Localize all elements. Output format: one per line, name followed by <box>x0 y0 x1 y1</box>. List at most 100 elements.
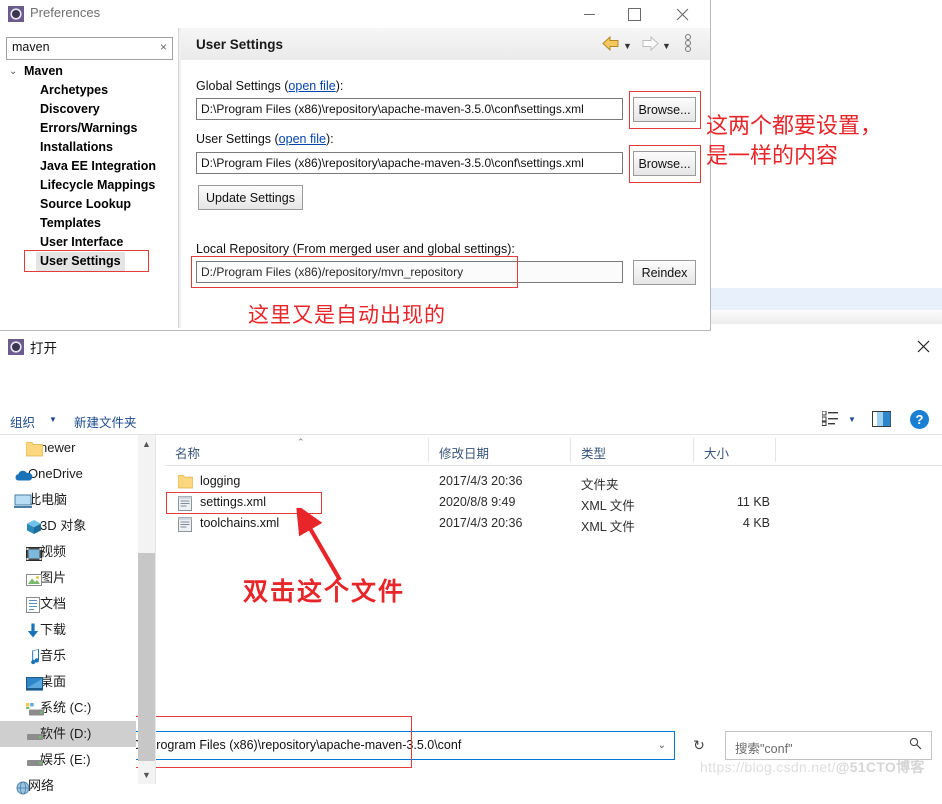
column-header-size[interactable]: 大小 <box>704 443 729 462</box>
search-input[interactable]: 搜索"conf" <box>725 731 932 760</box>
watermark-tag: @51CTO博客 <box>835 759 925 775</box>
user-settings-input[interactable]: D:\Program Files (x86)\repository\apache… <box>196 152 623 174</box>
back-arrow-icon[interactable] <box>602 35 620 52</box>
nav-item-label: 图片 <box>40 570 67 585</box>
tree-item-templates[interactable]: Templates <box>0 214 178 233</box>
back-history-chevron-icon[interactable]: ▼ <box>623 41 632 51</box>
update-settings-button[interactable]: Update Settings <box>198 185 303 210</box>
tree-item-source-lookup[interactable]: Source Lookup <box>0 195 178 214</box>
tree-item-discovery[interactable]: Discovery <box>0 100 178 119</box>
nav-item-pictures[interactable]: 图片 <box>0 565 136 591</box>
nav-item-system-c[interactable]: 系统 (C:) <box>0 695 136 721</box>
network-icon <box>14 778 31 795</box>
tree-item-installations[interactable]: Installations <box>0 138 178 157</box>
view-chevron-icon[interactable]: ▼ <box>848 415 856 424</box>
drive-icon <box>26 752 43 769</box>
annotation-box-user-browse <box>629 145 701 183</box>
scrollbar-thumb[interactable] <box>138 553 155 761</box>
background-band <box>710 288 942 310</box>
column-divider[interactable] <box>570 438 571 462</box>
file-date: 2020/8/8 9:49 <box>439 495 516 509</box>
annotation-file-note: 双击这个文件 <box>243 577 406 606</box>
clear-icon[interactable]: × <box>160 40 167 54</box>
preferences-filter-input[interactable]: maven × <box>6 37 173 60</box>
tree-item-label: Java EE Integration <box>40 159 157 173</box>
user-settings-open-file-link[interactable]: open file <box>279 132 326 146</box>
tree-item-label: Templates <box>40 216 101 230</box>
tree-item-errors-warnings[interactable]: Errors/Warnings <box>0 119 178 138</box>
column-divider[interactable] <box>428 438 429 462</box>
nav-item-newer[interactable]: newer <box>0 435 136 461</box>
maximize-button[interactable] <box>613 2 655 26</box>
nav-item-music[interactable]: 音乐 <box>0 643 136 669</box>
tree-item-label: Discovery <box>40 102 100 116</box>
nav-item-network[interactable]: 网络 <box>0 773 136 799</box>
user-settings-label: User Settings (open file): <box>196 132 334 146</box>
table-row[interactable]: logging 2017/4/3 20:36 文件夹 <box>165 472 942 493</box>
system-drive-icon <box>26 700 44 717</box>
nav-item-3d-objects[interactable]: 3D 对象 <box>0 513 136 539</box>
dialog-close-button[interactable] <box>910 335 936 357</box>
view-list-icon[interactable] <box>821 410 839 429</box>
refresh-icon[interactable]: ↻ <box>687 733 711 757</box>
file-type: XML 文件 <box>581 520 635 534</box>
column-divider[interactable] <box>775 438 776 462</box>
file-date: 2017/4/3 20:36 <box>439 516 523 530</box>
navigation-pane: newer OneDrive 此电脑 3D 对象 视频 图片 文档 下载 音乐 … <box>0 435 136 795</box>
scroll-down-icon[interactable]: ▼ <box>142 770 151 780</box>
minimize-button[interactable] <box>568 2 610 26</box>
nav-item-videos[interactable]: 视频 <box>0 539 136 565</box>
annotation-highlight-box <box>24 250 149 272</box>
global-settings-input[interactable]: D:\Program Files (x86)\repository\apache… <box>196 98 623 120</box>
dialog-toolbar <box>0 406 942 435</box>
nav-item-documents[interactable]: 文档 <box>0 591 136 617</box>
tree-item-maven[interactable]: ⌄ Maven <box>0 62 178 81</box>
preferences-tree: ⌄ Maven Archetypes Discovery Errors/Warn… <box>0 62 178 327</box>
nav-item-onedrive[interactable]: OneDrive <box>0 461 136 487</box>
chevron-down-icon[interactable]: ⌄ <box>658 740 666 751</box>
file-size: 4 KB <box>742 516 770 530</box>
column-header-type[interactable]: 类型 <box>581 443 606 462</box>
scroll-up-icon[interactable]: ▲ <box>142 439 151 449</box>
close-button[interactable] <box>661 2 703 26</box>
nav-item-entertainment-e[interactable]: 娱乐 (E:) <box>0 747 136 773</box>
tree-item-archetypes[interactable]: Archetypes <box>0 81 178 100</box>
navigation-pane-scrollbar[interactable]: ▲ ▼ <box>138 435 155 784</box>
nav-item-downloads[interactable]: 下载 <box>0 617 136 643</box>
forward-arrow-icon[interactable] <box>641 35 659 52</box>
dialog-titlebar <box>0 331 942 362</box>
search-icon <box>909 737 922 753</box>
nav-item-label: 视频 <box>40 544 67 559</box>
annotation-right-note-line2: 是一样的内容 <box>706 144 839 169</box>
nav-item-label: 桌面 <box>40 674 67 689</box>
tree-item-java-ee-integration[interactable]: Java EE Integration <box>0 157 178 176</box>
file-name: logging <box>200 474 241 488</box>
nav-item-desktop[interactable]: 桌面 <box>0 669 136 695</box>
reindex-button[interactable]: Reindex <box>633 260 696 285</box>
new-folder-button[interactable]: 新建文件夹 <box>74 412 137 431</box>
music-icon <box>26 648 43 665</box>
help-button[interactable]: ? <box>910 410 929 429</box>
chevron-down-icon[interactable]: ⌄ <box>9 62 17 81</box>
forward-history-chevron-icon[interactable]: ▼ <box>662 41 671 51</box>
preview-pane-icon[interactable] <box>872 411 891 430</box>
tree-item-user-settings[interactable]: User Settings <box>0 250 178 272</box>
annotation-repo-note: 这里又是自动出现的 <box>248 303 446 327</box>
maximize-icon <box>627 7 641 21</box>
column-header-date[interactable]: 修改日期 <box>439 443 489 462</box>
column-header-name[interactable]: 名称 <box>175 443 200 462</box>
preferences-gear-icon <box>8 6 24 22</box>
global-settings-label: Global Settings (open file): <box>196 79 343 93</box>
nav-item-this-pc[interactable]: 此电脑 <box>0 487 136 513</box>
preferences-window: Preferences maven × ⌄ Maven Archetypes D… <box>0 0 711 331</box>
dialog-title: 打开 <box>30 341 57 356</box>
sort-ascending-icon: ⌃ <box>297 437 305 447</box>
organize-button[interactable]: 组织 <box>10 412 35 431</box>
global-settings-open-file-link[interactable]: open file <box>288 79 335 93</box>
vertical-dots-icon[interactable] <box>683 34 693 52</box>
close-icon <box>676 8 688 20</box>
column-divider[interactable] <box>693 438 694 462</box>
tree-item-lifecycle-mappings[interactable]: Lifecycle Mappings <box>0 176 178 195</box>
nav-item-software-d[interactable]: 软件 (D:) <box>0 721 136 747</box>
chevron-down-icon[interactable]: ▼ <box>49 415 57 424</box>
